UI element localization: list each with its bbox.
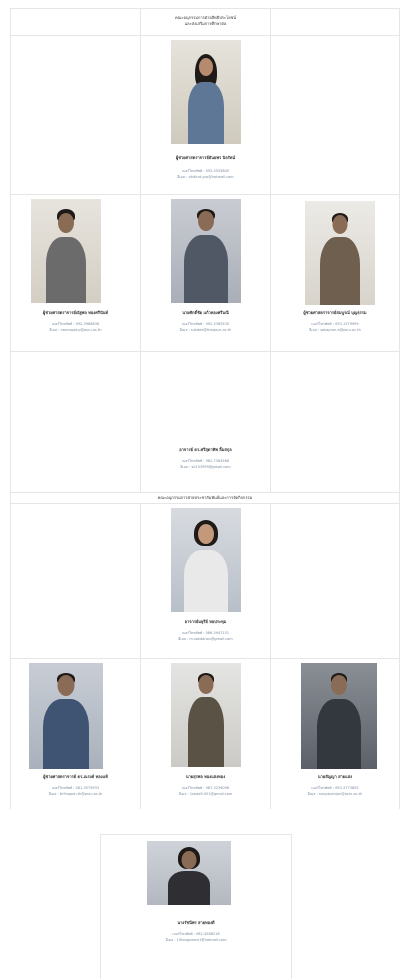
email-link[interactable]: อีเมล : sakapron.b@psru.ac.th <box>271 327 399 333</box>
person-photo <box>147 841 231 905</box>
person-photo <box>171 508 241 612</box>
email-link[interactable]: อีเมล : nannapat.p@psru.ac.th <box>11 327 140 333</box>
person-card: นายสัญญา สายแสง เบอร์โทรศัพท์ : 093-3773… <box>270 659 400 809</box>
person-card: ผู้ช่วยศาสตราจารย์ณัฐพล ทองศรีนันท์ เบอร… <box>10 195 140 351</box>
person-name: นายสุรพล ทองแสงทอง <box>185 774 226 779</box>
table-row: ผู้ช่วยศาสตราจารย์ณัฐพล ทองศรีนันท์ เบอร… <box>10 194 400 351</box>
person-photo <box>301 663 377 769</box>
person-card: นายศักดิ์ชัย แก้วทองศรีมณี เบอร์โทรศัพท์… <box>140 195 270 351</box>
section-header: คณะอนุกรรมการฝ่ายประชาสัมพันธ์และการจัดก… <box>10 492 400 503</box>
table-row: ผู้ช่วยศาสตราจารย์ธันยพร นิลรัตน์ เบอร์โ… <box>10 35 400 194</box>
person-photo <box>31 199 101 303</box>
person-name: ผู้ช่วยศาสตราจารย์ ดร.ณรงค์ ทองแท้ <box>43 774 108 779</box>
person-name: อาจารย์มยุรีย์ หอประทุม <box>184 619 227 624</box>
section-title: คณะอนุกรรมการฝ่ายสิทธิประโยชน์ และส่งเสร… <box>174 15 237 26</box>
person-card: ผู้ช่วยศาสตราจารย์ธันยพร นิลรัตน์ เบอร์โ… <box>140 36 270 194</box>
person-card: นายสุรพล ทองแสงทอง เบอร์โทรศัพท์ : 087-3… <box>140 659 270 809</box>
table-row: อาจารย์มยุรีย์ หอประทุม เบอร์โทรศัพท์ : … <box>10 503 400 658</box>
person-contact: เบอร์โทรศัพท์ : 093-1379999 อีเมล : saka… <box>271 321 399 333</box>
email-link[interactable]: อีเมล : sukdee@thaipsru.ac.th <box>141 327 270 333</box>
person-photo <box>171 199 241 303</box>
email-link[interactable]: อีเมล : th9napon.th@psru.ac.th <box>11 791 140 797</box>
table-row: อาจารย์ ดร.ศรีสุดาทิพ ลิ้มสกุล เบอร์โทรศ… <box>10 351 400 492</box>
committee-table: คณะอนุกรรมการฝ่ายสิทธิประโยชน์ และส่งเสร… <box>10 8 400 809</box>
table-row: ผู้ช่วยศาสตราจารย์ ดร.ณรงค์ ทองแท้ เบอร์… <box>10 658 400 809</box>
person-photo <box>29 663 103 769</box>
person-name: ผู้ช่วยศาสตราจารย์ณัฐพล ทองศรีนันท์ <box>42 310 109 315</box>
person-contact: เบอร์โทรศัพท์ : 086-5947151 อีเมล : m.sa… <box>141 630 270 642</box>
person-contact: เบอร์โทรศัพท์ : 092-5365530 อีเมล : sukd… <box>141 321 270 333</box>
person-name: นายสัญญา สายแสง <box>317 774 353 779</box>
person-name: ผู้ช่วยศาสตราจารย์สมบูรณ์ บุญธรรม <box>303 310 367 315</box>
email-link[interactable]: อีเมล : m.sakdanon@gmail.com <box>141 636 270 642</box>
person-name: ผู้ช่วยศาสตราจารย์ธันยพร นิลรัตน์ <box>175 155 236 160</box>
email-link[interactable]: อีเมล : sanyapenjan@psru.ac.th <box>271 791 399 797</box>
email-link[interactable]: อีเมล : 19tongneam1@hotmail.com <box>101 937 291 943</box>
person-name: นางรัชนีพร สายทองดี <box>177 920 215 925</box>
person-contact: เบอร์โทรศัพท์ : 082-4588218 อีเมล : 19to… <box>101 931 291 943</box>
person-card: อาจารย์ ดร.ศรีสุดาทิพ ลิ้มสกุล เบอร์โทรศ… <box>140 352 270 492</box>
person-contact: เบอร์โทรศัพท์ : 087-3236096 อีเมล : 1sea… <box>141 785 270 797</box>
person-contact: เบอร์โทรศัพท์ : 062-7364586 อีเมล : s015… <box>141 458 270 470</box>
person-card: อาจารย์มยุรีย์ หอประทุม เบอร์โทรศัพท์ : … <box>140 504 270 658</box>
person-name: นายศักดิ์ชัย แก้วทองศรีมณี <box>182 310 229 315</box>
section-title: คณะอนุกรรมการฝ่ายประชาสัมพันธ์และการจัดก… <box>157 495 253 500</box>
person-card: ผู้ช่วยศาสตราจารย์ ดร.ณรงค์ ทองแท้ เบอร์… <box>10 659 140 809</box>
person-card: ผู้ช่วยศาสตราจารย์สมบูรณ์ บุญธรรม เบอร์โ… <box>270 195 400 351</box>
person-contact: เบอร์โทรศัพท์ : 092-3988836 อีเมล : nann… <box>11 321 140 333</box>
email-link[interactable]: อีเมล : 1sead9.001@gmail.com <box>141 791 270 797</box>
person-photo <box>171 40 241 144</box>
section-header: คณะอนุกรรมการฝ่ายสิทธิประโยชน์ และส่งเสร… <box>10 8 400 35</box>
person-photo <box>305 201 375 305</box>
person-contact: เบอร์โทรศัพท์ : 081-3579933 อีเมล : th9n… <box>11 785 140 797</box>
email-link[interactable]: อีเมล : dhitirat.yos@hotmail.com <box>141 174 270 180</box>
email-link[interactable]: อีเมล : s0153999@gmail.com <box>141 464 270 470</box>
person-contact: เบอร์โทรศัพท์ : 093-3773855 อีเมล : sany… <box>271 785 399 797</box>
person-name: อาจารย์ ดร.ศรีสุดาทิพ ลิ้มสกุล <box>179 447 232 452</box>
person-contact: เบอร์โทรศัพท์ : 093-5555800 อีเมล : dhit… <box>141 168 270 180</box>
person-card: นางรัชนีพร สายทองดี เบอร์โทรศัพท์ : 082-… <box>100 834 292 979</box>
person-photo <box>171 663 241 767</box>
